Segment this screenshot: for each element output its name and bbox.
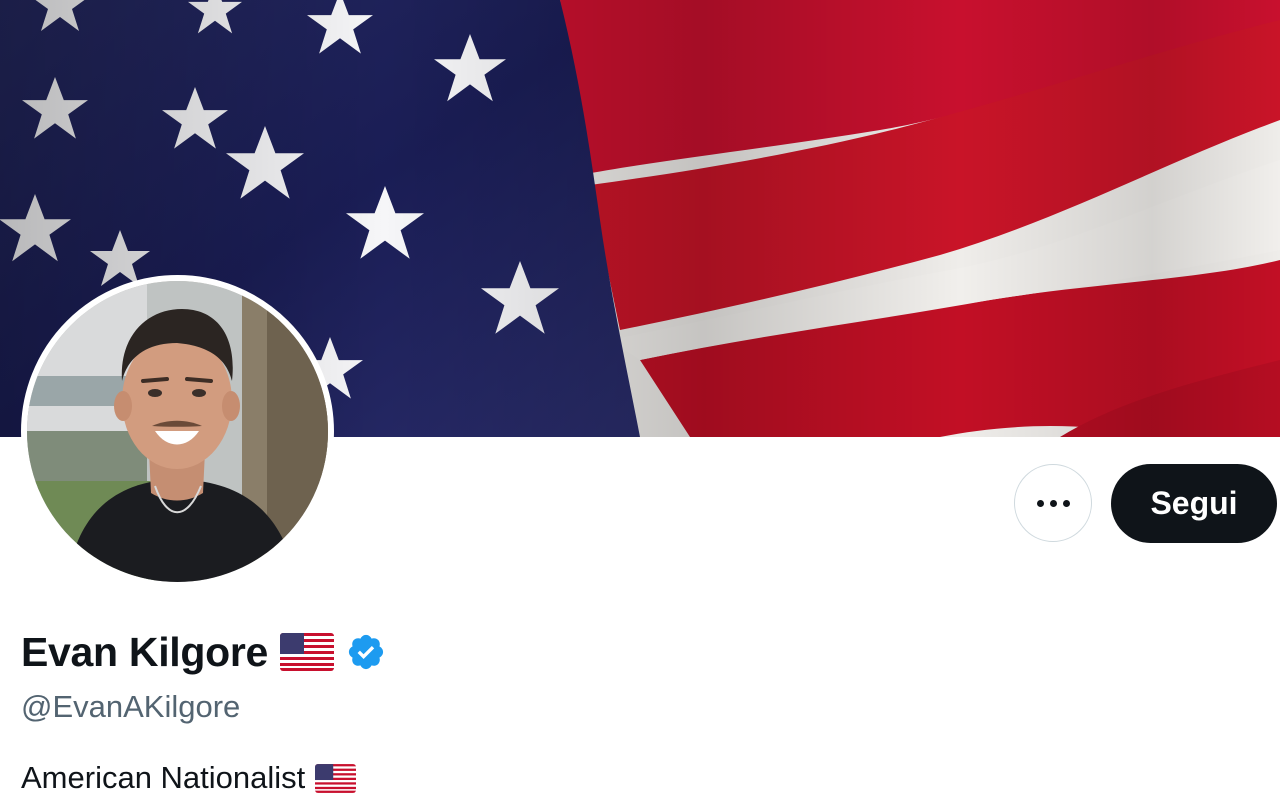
us-flag-emoji-icon xyxy=(280,633,335,671)
verified-badge-icon[interactable] xyxy=(346,632,386,672)
us-flag-emoji-icon xyxy=(315,763,357,793)
more-options-button[interactable] xyxy=(1014,464,1092,542)
profile-handle: @EvanAKilgore xyxy=(21,689,241,724)
display-name: Evan Kilgore xyxy=(21,629,269,675)
profile-avatar[interactable] xyxy=(21,275,334,588)
follow-button[interactable]: Segui xyxy=(1111,464,1277,543)
profile-bio: American Nationalist xyxy=(21,760,306,795)
more-horizontal-icon xyxy=(1036,499,1070,507)
profile-name-row: Evan Kilgore xyxy=(21,626,386,678)
profile-bio-row: American Nationalist xyxy=(21,758,357,798)
